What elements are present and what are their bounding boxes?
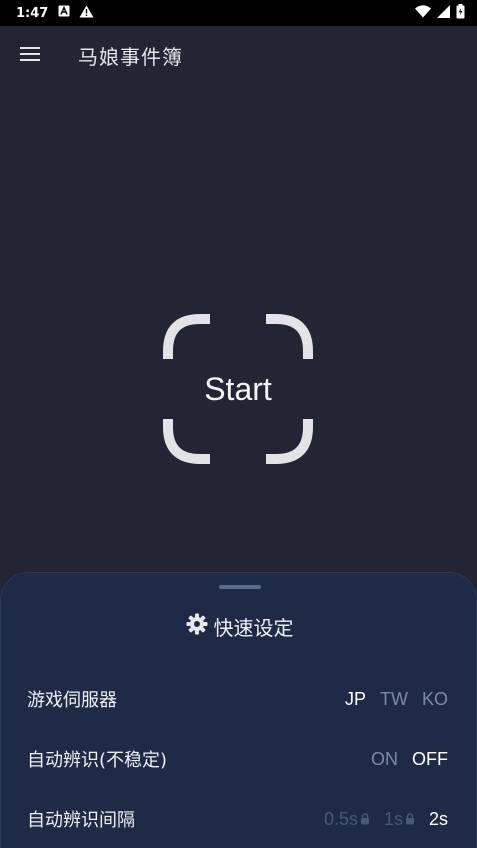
quick-settings-header: 快速设定 — [1, 611, 477, 641]
status-time: 1:47 — [16, 5, 49, 21]
lock-icon — [360, 813, 370, 825]
hamburger-menu-icon — [20, 46, 40, 65]
quick-settings-title: 快速设定 — [213, 615, 294, 640]
gear-icon — [186, 613, 208, 640]
start-button[interactable]: Start — [162, 313, 314, 465]
lock-icon — [405, 813, 415, 825]
option-interval-1s[interactable]: 1s — [384, 809, 415, 830]
sheet-drag-handle[interactable] — [219, 585, 261, 589]
setting-row-server: 游戏伺服器 JP TW KO — [27, 679, 448, 719]
setting-label-auto-recognition: 自动辨识(不稳定) — [27, 750, 168, 771]
warning-icon — [79, 5, 94, 22]
option-interval-0-5s-label: 0.5s — [323, 808, 358, 829]
cell-signal-icon — [437, 4, 450, 22]
option-on[interactable]: ON — [371, 749, 398, 770]
option-ko[interactable]: KO — [422, 689, 448, 710]
option-interval-1s-label: 1s — [383, 808, 403, 829]
a-notification-icon — [58, 5, 70, 21]
wifi-icon — [415, 4, 431, 22]
setting-label-server: 游戏伺服器 — [27, 690, 117, 711]
status-bar: 1:47 — [0, 0, 477, 26]
option-off[interactable]: OFF — [412, 749, 448, 770]
setting-row-auto-recognition: 自动辨识(不稳定) ON OFF — [27, 739, 448, 779]
quick-settings-sheet: 快速设定 游戏伺服器 JP TW KO 自动辨识(不稳定) ON OFF 自动辨… — [0, 572, 477, 848]
menu-button[interactable] — [2, 26, 58, 84]
option-interval-2s[interactable]: 2s — [429, 809, 448, 830]
setting-label-interval: 自动辨识间隔 — [27, 810, 135, 831]
start-label: Start — [204, 370, 272, 407]
setting-row-interval: 自动辨识间隔 0.5s 1s 2s — [27, 799, 448, 839]
app-title: 马娘事件簿 — [78, 44, 183, 69]
option-interval-0-5s[interactable]: 0.5s — [324, 809, 370, 830]
option-jp[interactable]: JP — [345, 689, 366, 710]
battery-icon — [456, 3, 465, 23]
app-bar: 马娘事件簿 — [0, 26, 477, 84]
option-tw[interactable]: TW — [380, 689, 408, 710]
